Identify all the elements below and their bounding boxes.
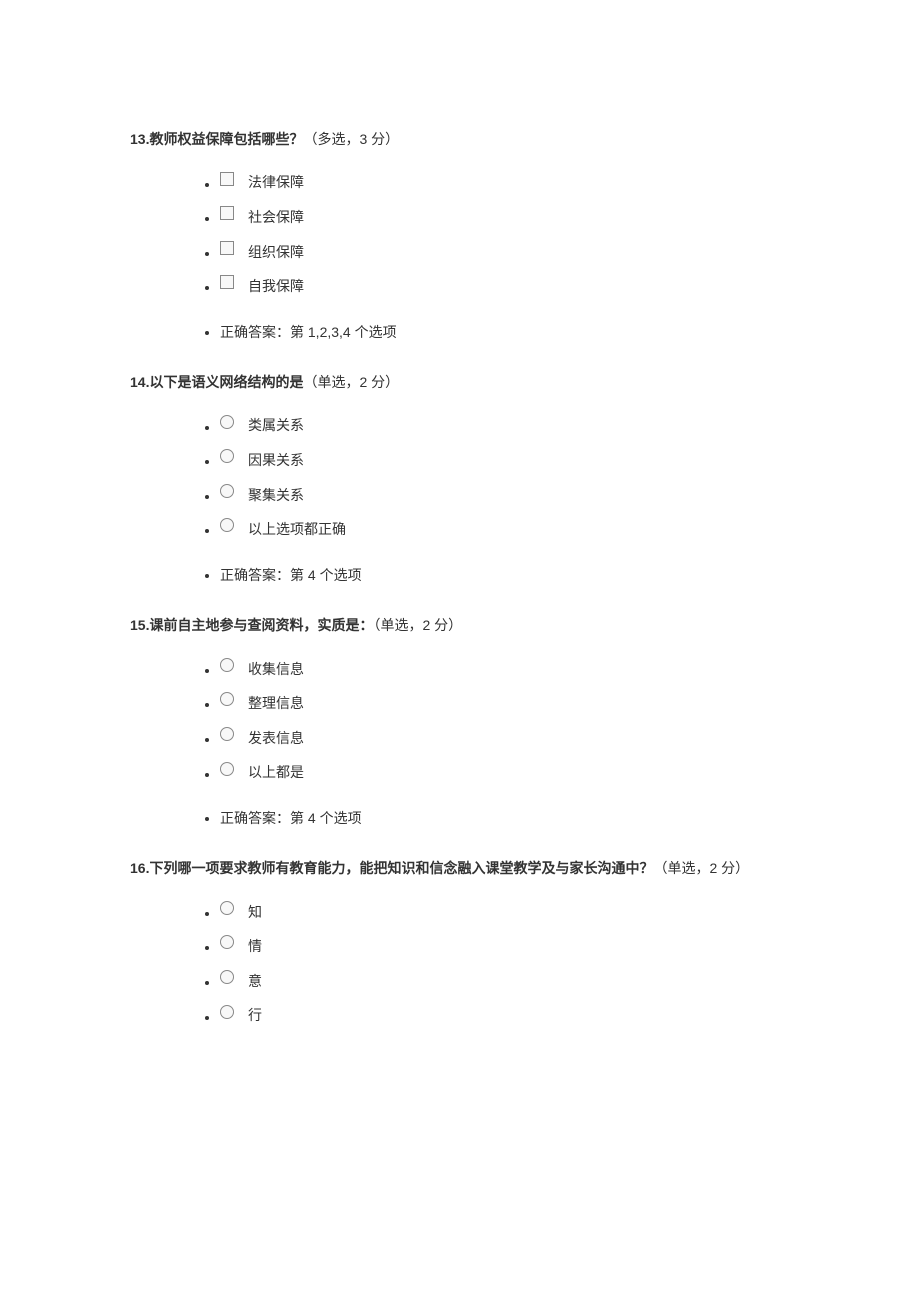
list-item: 以上都是: [220, 760, 790, 785]
list-item: 社会保障: [220, 205, 790, 230]
question-number: 14.: [130, 374, 149, 390]
question-number: 13.: [130, 131, 149, 147]
question-number: 16.: [130, 860, 149, 876]
option-label: 意: [248, 970, 262, 992]
option-label: 类属关系: [248, 414, 304, 436]
option-label: 自我保障: [248, 275, 304, 297]
list-item: 自我保障: [220, 274, 790, 299]
question-meta: （单选，2 分）: [653, 860, 749, 876]
radio-icon[interactable]: [220, 518, 234, 532]
question-15-answer: 正确答案：第 4 个选项: [130, 807, 790, 829]
answer-text: 正确答案：第 4 个选项: [220, 564, 790, 586]
question-16-options: 知 情 意 行: [130, 900, 790, 1028]
list-item: 行: [220, 1003, 790, 1028]
option-label: 以上都是: [248, 761, 304, 783]
option-label: 社会保障: [248, 206, 304, 228]
radio-icon[interactable]: [220, 901, 234, 915]
radio-icon[interactable]: [220, 658, 234, 672]
answer-text: 正确答案：第 4 个选项: [220, 807, 790, 829]
list-item: 因果关系: [220, 448, 790, 473]
list-item: 聚集关系: [220, 483, 790, 508]
question-14-title: 14.以下是语义网络结构的是（单选，2 分）: [130, 371, 790, 393]
checkbox-icon[interactable]: [220, 172, 234, 186]
question-text: 以下是语义网络结构的是: [149, 374, 303, 390]
option-label: 法律保障: [248, 171, 304, 193]
radio-icon[interactable]: [220, 484, 234, 498]
question-15-options: 收集信息 整理信息 发表信息 以上都是: [130, 657, 790, 785]
list-item: 以上选项都正确: [220, 517, 790, 542]
option-label: 聚集关系: [248, 484, 304, 506]
question-text: 下列哪一项要求教师有教育能力，能把知识和信念融入课堂教学及与家长沟通中？: [149, 860, 653, 876]
question-meta: （单选，2 分）: [373, 617, 462, 633]
list-item: 整理信息: [220, 691, 790, 716]
radio-icon[interactable]: [220, 970, 234, 984]
option-label: 组织保障: [248, 241, 304, 263]
question-13-answer: 正确答案：第 1,2,3,4 个选项: [130, 321, 790, 343]
list-item: 知: [220, 900, 790, 925]
answer-text: 正确答案：第 1,2,3,4 个选项: [220, 321, 790, 343]
question-14-answer: 正确答案：第 4 个选项: [130, 564, 790, 586]
radio-icon[interactable]: [220, 415, 234, 429]
option-label: 整理信息: [248, 692, 304, 714]
question-15-title: 15.课前自主地参与查阅资料，实质是：（单选，2 分）: [130, 614, 790, 636]
question-16-title: 16.下列哪一项要求教师有教育能力，能把知识和信念融入课堂教学及与家长沟通中？（…: [130, 857, 790, 879]
checkbox-icon[interactable]: [220, 241, 234, 255]
radio-icon[interactable]: [220, 762, 234, 776]
option-label: 行: [248, 1004, 262, 1026]
radio-icon[interactable]: [220, 449, 234, 463]
list-item: 类属关系: [220, 413, 790, 438]
radio-icon[interactable]: [220, 727, 234, 741]
list-item: 法律保障: [220, 170, 790, 195]
list-item: 收集信息: [220, 657, 790, 682]
radio-icon[interactable]: [220, 692, 234, 706]
question-meta: （多选，3 分）: [303, 131, 399, 147]
option-label: 情: [248, 935, 262, 957]
checkbox-icon[interactable]: [220, 206, 234, 220]
list-item: 意: [220, 969, 790, 994]
radio-icon[interactable]: [220, 1005, 234, 1019]
option-label: 发表信息: [248, 727, 304, 749]
checkbox-icon[interactable]: [220, 275, 234, 289]
question-13-options: 法律保障 社会保障 组织保障 自我保障: [130, 170, 790, 298]
list-item: 发表信息: [220, 726, 790, 751]
question-text: 课前自主地参与查阅资料，实质是：: [149, 617, 373, 633]
option-label: 知: [248, 901, 262, 923]
question-14-options: 类属关系 因果关系 聚集关系 以上选项都正确: [130, 413, 790, 541]
option-label: 收集信息: [248, 658, 304, 680]
option-label: 因果关系: [248, 449, 304, 471]
question-13-title: 13.教师权益保障包括哪些？（多选，3 分）: [130, 128, 790, 150]
question-number: 15.: [130, 617, 149, 633]
question-text: 教师权益保障包括哪些？: [149, 131, 303, 147]
list-item: 情: [220, 934, 790, 959]
list-item: 组织保障: [220, 240, 790, 265]
question-meta: （单选，2 分）: [303, 374, 399, 390]
radio-icon[interactable]: [220, 935, 234, 949]
option-label: 以上选项都正确: [248, 518, 346, 540]
